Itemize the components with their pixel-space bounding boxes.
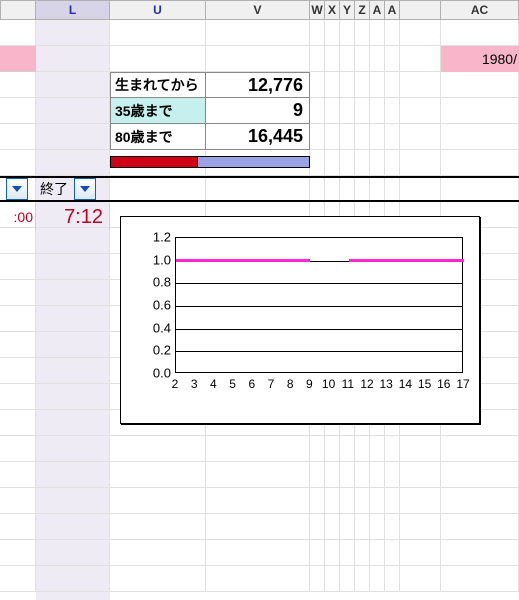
chart-xtick: 13 <box>380 377 393 391</box>
days-table: 生まれてから 12,776 35歳まで 9 80歳まで 16,445 <box>110 72 310 150</box>
chart-ytick: 0.6 <box>141 298 171 313</box>
chart-xtick: 6 <box>248 377 255 391</box>
progress-bar <box>110 156 310 168</box>
end-label: 終了 <box>40 179 68 199</box>
chevron-down-icon <box>12 184 22 194</box>
col-hdr-AB[interactable]: A <box>385 0 400 20</box>
col-hdr-AC[interactable]: AC <box>441 0 519 20</box>
chart-xtick: 10 <box>322 377 335 391</box>
embedded-chart[interactable]: 0.0 0.2 0.4 0.6 0.8 1.0 1.2 23456789 10 11 12 13 14 1… <box>120 216 480 424</box>
col-hdr-V[interactable]: V <box>206 0 310 20</box>
row-label: 80歳まで <box>110 124 206 150</box>
dropdown-right[interactable] <box>74 178 96 200</box>
chart-xtick: 12 <box>360 377 373 391</box>
chart-plot-area <box>175 237 463 373</box>
chart-xtick: 11 <box>342 377 354 391</box>
chart-ytick: 1.0 <box>141 252 171 267</box>
chart-ytick: 0.4 <box>141 320 171 335</box>
col-hdr-W[interactable]: W <box>310 0 325 20</box>
col-hdr-Y[interactable]: Y <box>340 0 355 20</box>
row-value: 9 <box>206 98 310 124</box>
chart-ytick: 0.8 <box>141 275 171 290</box>
col-hdr-AA[interactable]: A <box>370 0 385 20</box>
end-time-row: 終了 <box>0 176 519 202</box>
chart-xtick: 2 <box>172 377 179 391</box>
chart-xtick: 5 <box>229 377 236 391</box>
col-hdr-U[interactable]: U <box>110 0 206 20</box>
dropdown-left[interactable] <box>6 178 28 200</box>
time-value: 7:12 <box>36 204 110 230</box>
chart-xtick: 4 <box>210 377 217 391</box>
row-value: 12,776 <box>206 72 310 98</box>
chart-xtick: 7 <box>268 377 275 391</box>
col-hdr-gap <box>400 0 441 20</box>
col-hdr-L[interactable]: L <box>36 0 110 20</box>
chart-xtick: 14 <box>399 377 412 391</box>
chart-xtick: 15 <box>418 377 431 391</box>
time-partial: :00 <box>0 204 36 230</box>
chart-xtick: 16 <box>437 377 450 391</box>
table-row: 35歳まで 9 <box>110 98 310 124</box>
chart-series-segment <box>349 259 464 262</box>
table-row: 生まれてから 12,776 <box>110 72 310 98</box>
col-hdr-Z[interactable]: Z <box>355 0 370 20</box>
column-header-row: L U V W X Y Z A A AC <box>0 0 519 20</box>
row-label: 35歳まで <box>110 98 206 124</box>
chart-ytick: 1.2 <box>141 230 171 245</box>
row-label: 生まれてから <box>110 72 206 98</box>
chart-ytick: 0.2 <box>141 343 171 358</box>
bar-segment-red <box>110 156 198 168</box>
row-value: 16,445 <box>206 124 310 150</box>
col-hdr-blank <box>0 0 36 20</box>
col-hdr-X[interactable]: X <box>325 0 340 20</box>
chart-xtick: 9 <box>306 377 313 391</box>
chart-ytick: 0.0 <box>141 366 171 381</box>
pink-highlight-left <box>0 46 36 72</box>
chart-xtick: 8 <box>287 377 294 391</box>
chevron-down-icon <box>80 184 90 194</box>
chart-xtick: 17 <box>456 377 469 391</box>
chart-xtick: 3 <box>191 377 198 391</box>
bar-segment-blue <box>198 156 310 168</box>
chart-series-segment <box>176 259 310 262</box>
table-row: 80歳まで 16,445 <box>110 124 310 150</box>
pink-highlight-right: 1980/ <box>441 46 519 72</box>
